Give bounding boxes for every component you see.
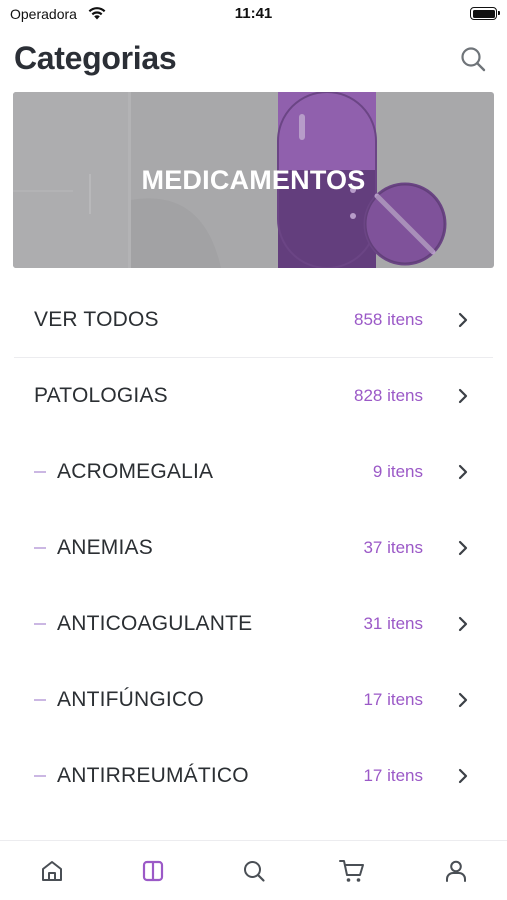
category-label: ANTICOAGULANTE bbox=[57, 612, 253, 635]
status-bar: Operadora 11:41 bbox=[0, 0, 507, 28]
subcategory-dash bbox=[34, 623, 46, 625]
category-item-count: 17 itens bbox=[363, 690, 423, 709]
bottom-tab-bar bbox=[0, 840, 507, 900]
category-label: PATOLOGIAS bbox=[34, 384, 168, 407]
category-label: ACROMEGALIA bbox=[57, 460, 214, 483]
category-row[interactable]: ANTIRREUMÁTICO 17 itens bbox=[0, 738, 507, 814]
category-item-count: 17 itens bbox=[363, 766, 423, 785]
chevron-right-icon bbox=[458, 464, 468, 480]
chevron-right-icon bbox=[458, 388, 468, 404]
category-label: ANTIFÚNGICO bbox=[57, 688, 204, 711]
category-row[interactable]: PATOLOGIAS 828 itens bbox=[0, 358, 507, 434]
category-item-count: 858 itens bbox=[354, 310, 423, 329]
category-item-count: 9 itens bbox=[372, 462, 423, 481]
tab-profile[interactable] bbox=[436, 851, 476, 891]
category-banner[interactable]: MEDICAMENTOS bbox=[13, 92, 494, 268]
chevron-right-icon bbox=[458, 616, 468, 632]
banner-title: MEDICAMENTOS bbox=[141, 165, 366, 195]
subcategory-dash bbox=[34, 547, 46, 549]
user-icon bbox=[446, 860, 466, 882]
category-item-count: 828 itens bbox=[354, 386, 423, 405]
category-label: VER TODOS bbox=[34, 308, 159, 331]
tab-categories[interactable] bbox=[133, 851, 173, 891]
battery-icon bbox=[470, 7, 500, 20]
subcategory-dash bbox=[34, 775, 46, 777]
tab-cart[interactable] bbox=[332, 851, 372, 891]
columns-icon bbox=[142, 860, 164, 882]
chevron-right-icon bbox=[458, 312, 468, 328]
subcategory-dash bbox=[34, 699, 46, 701]
chevron-right-icon bbox=[458, 692, 468, 708]
search-button[interactable] bbox=[458, 44, 488, 74]
cart-icon bbox=[339, 860, 364, 882]
category-label: ANTIRREUMÁTICO bbox=[57, 764, 249, 787]
chevron-right-icon bbox=[458, 540, 468, 556]
category-item-count: 37 itens bbox=[363, 538, 423, 557]
category-row[interactable]: ANTICOAGULANTE 31 itens bbox=[0, 586, 507, 662]
category-label: ANEMIAS bbox=[57, 536, 153, 559]
category-row[interactable]: ACROMEGALIA 9 itens bbox=[0, 434, 507, 510]
home-icon bbox=[42, 861, 62, 881]
category-row[interactable]: VER TODOS 858 itens bbox=[0, 282, 507, 358]
search-icon bbox=[461, 47, 486, 72]
category-list: VER TODOS 858 itens PATOLOGIAS 828 itens ACR… bbox=[0, 282, 507, 814]
subcategory-dash bbox=[34, 471, 46, 473]
category-row[interactable]: ANEMIAS 37 itens bbox=[0, 510, 507, 586]
tab-search[interactable] bbox=[234, 851, 274, 891]
status-time: 11:41 bbox=[234, 5, 273, 22]
category-item-count: 31 itens bbox=[363, 614, 423, 633]
category-row[interactable]: ANTIFÚNGICO 17 itens bbox=[0, 662, 507, 738]
page-title: Categorias bbox=[14, 40, 177, 76]
tab-home[interactable] bbox=[32, 851, 72, 891]
search-icon bbox=[244, 861, 265, 882]
chevron-right-icon bbox=[458, 768, 468, 784]
